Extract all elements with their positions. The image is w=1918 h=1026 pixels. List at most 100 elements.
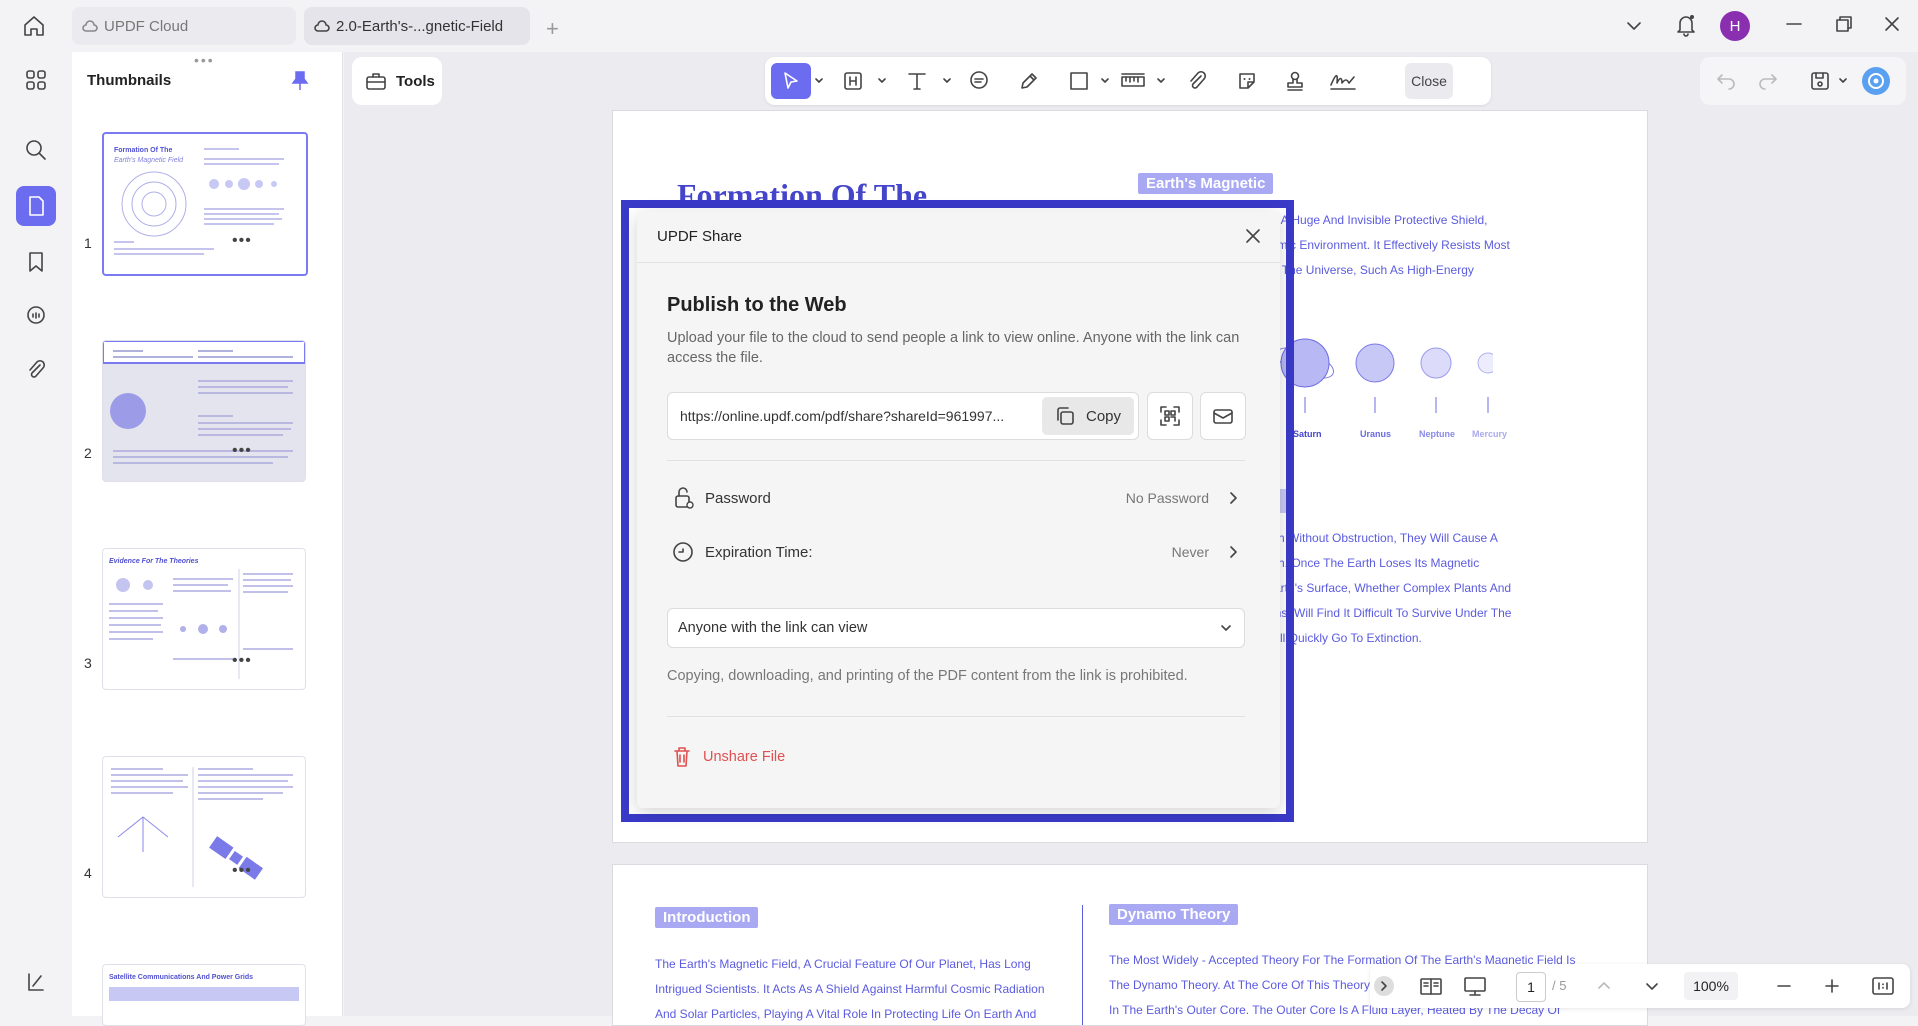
minimize-icon[interactable]	[1782, 12, 1806, 36]
expiration-row[interactable]: Expiration Time: Never	[667, 530, 1245, 574]
previous-page-icon[interactable]	[1592, 974, 1616, 998]
drag-handle[interactable]: •••	[194, 52, 215, 68]
unshare-label: Unshare File	[703, 749, 786, 765]
chevron-down-icon[interactable]	[1099, 75, 1111, 87]
signature-tool-icon[interactable]	[1325, 63, 1361, 99]
restore-icon[interactable]	[1832, 12, 1856, 36]
column-divider	[1082, 905, 1083, 1025]
chevron-down-icon[interactable]	[813, 75, 825, 87]
zoom-out-icon[interactable]	[1772, 974, 1796, 998]
toolbox-icon	[364, 70, 388, 92]
next-page-icon[interactable]	[1640, 974, 1664, 998]
more-options-icon[interactable]: •••	[232, 652, 252, 670]
permission-dropdown[interactable]: Anyone with the link can view	[667, 608, 1245, 648]
measure-tool-icon[interactable]	[1115, 63, 1151, 99]
expand-icon[interactable]	[1374, 976, 1394, 996]
stamp-tool-icon[interactable]	[1277, 63, 1313, 99]
notification-icon[interactable]	[1674, 12, 1698, 38]
sticker-tool-icon[interactable]	[1229, 63, 1265, 99]
presentation-icon[interactable]	[1462, 974, 1488, 998]
attach-tool-icon[interactable]	[1179, 63, 1215, 99]
permission-notice: Copying, downloading, and printing of th…	[667, 668, 1188, 684]
text-box-tool-icon[interactable]	[835, 63, 871, 99]
zoom-level[interactable]: 100%	[1684, 972, 1738, 1000]
pin-icon[interactable]	[290, 70, 310, 92]
reading-mode-icon[interactable]	[1418, 974, 1444, 998]
redo-icon[interactable]	[1756, 69, 1780, 93]
share-link-field[interactable]: https://online.updf.com/pdf/share?shareI…	[667, 392, 1139, 440]
close-window-icon[interactable]	[1880, 12, 1904, 36]
thumbnails-panel: ••• Thumbnails Formation Of The Earth's …	[72, 52, 343, 1026]
qr-code-icon[interactable]	[1147, 392, 1193, 440]
clock-icon	[671, 540, 695, 564]
copy-button[interactable]: Copy	[1042, 397, 1134, 435]
chevron-right-icon	[1225, 544, 1241, 560]
expiration-value: Never	[1171, 544, 1209, 560]
tools-label: Tools	[396, 72, 435, 90]
save-icon[interactable]	[1808, 69, 1832, 93]
chevron-down-icon[interactable]	[1837, 75, 1849, 87]
section-tag: Earth's Magnetic	[1138, 173, 1274, 194]
body-line: The Dynamo Theory. At The Core Of This T…	[1109, 978, 1371, 992]
password-label: Password	[705, 489, 771, 507]
chevron-down-icon[interactable]	[876, 75, 888, 87]
thumbnail-page-1[interactable]: Formation Of The Earth's Magnetic Field	[102, 132, 308, 276]
planet-label: Saturn	[1293, 429, 1322, 439]
page-total: / 5	[1552, 978, 1567, 993]
copy-label: Copy	[1086, 408, 1122, 425]
divider	[667, 460, 1245, 461]
thumbnail-page-2[interactable]	[102, 340, 306, 482]
thumbnail-page-3[interactable]: Evidence For The Theories	[102, 548, 306, 690]
rectangle-tool-icon[interactable]	[1061, 63, 1097, 99]
chevron-down-icon[interactable]	[1155, 75, 1167, 87]
ai-assistant-icon[interactable]	[1862, 67, 1890, 95]
search-icon[interactable]	[16, 130, 56, 170]
dialog-description: Upload your file to the cloud to send pe…	[667, 330, 1240, 366]
close-toolbar-button[interactable]: Close	[1405, 63, 1453, 99]
more-options-icon[interactable]: •••	[232, 862, 252, 880]
more-options-icon[interactable]: •••	[232, 232, 252, 250]
select-tool-icon[interactable]	[771, 63, 811, 99]
close-icon[interactable]	[1241, 224, 1265, 248]
layers-icon[interactable]	[16, 962, 56, 1002]
bookmark-icon[interactable]	[16, 242, 56, 282]
page-number: 2	[84, 445, 92, 461]
lock-icon	[671, 485, 695, 511]
chevron-down-icon[interactable]	[941, 75, 953, 87]
svg-text:Satellite Communications And P: Satellite Communications And Power Grids	[109, 974, 253, 981]
undo-icon[interactable]	[1714, 69, 1738, 93]
avatar[interactable]: H	[1720, 11, 1750, 41]
share-dialog: UPDF Share Publish to the Web Upload you…	[637, 212, 1280, 808]
thumbnail-page-5[interactable]: Satellite Communications And Power Grids	[102, 964, 306, 1026]
comment-tool-icon[interactable]	[961, 63, 997, 99]
left-rail	[0, 52, 72, 1016]
thumbnails-icon[interactable]	[16, 186, 56, 226]
page-number-input[interactable]: 1	[1516, 972, 1546, 1002]
zoom-in-icon[interactable]	[1820, 974, 1844, 998]
more-options-icon[interactable]: •••	[232, 442, 252, 460]
apps-icon[interactable]	[16, 60, 56, 100]
page-number: 3	[84, 655, 92, 671]
text-tool-icon[interactable]	[900, 63, 936, 99]
page-number: 4	[84, 865, 92, 881]
tab-updf-cloud[interactable]: UPDF Cloud	[72, 7, 296, 45]
fit-page-icon[interactable]	[1870, 974, 1896, 998]
title-bar: UPDF Cloud 2.0-Earth's-...gnetic-Field +…	[0, 0, 1918, 52]
pencil-tool-icon[interactable]	[1011, 63, 1047, 99]
email-icon[interactable]	[1200, 392, 1246, 440]
attachment-icon[interactable]	[16, 350, 56, 390]
tools-button[interactable]: Tools	[352, 57, 442, 105]
tab-document[interactable]: 2.0-Earth's-...gnetic-Field	[304, 7, 530, 45]
chevron-down-icon[interactable]	[1622, 14, 1646, 38]
unshare-file-button[interactable]: Unshare File	[671, 742, 785, 772]
body-line: Cosmic Environment. It Effectively Resis…	[1256, 238, 1510, 252]
new-tab-icon[interactable]: +	[546, 16, 559, 42]
cloud-icon	[82, 19, 98, 33]
password-row[interactable]: Password No Password	[667, 476, 1245, 520]
body-line: Intrigued Scientists. It Acts As A Shiel…	[655, 982, 1045, 996]
home-icon[interactable]	[20, 12, 48, 40]
annotation-toolbar: Close	[765, 57, 1491, 105]
planet-label: Mercury	[1472, 429, 1508, 439]
comment-icon[interactable]	[16, 296, 56, 336]
thumbnail-page-4[interactable]	[102, 756, 306, 898]
